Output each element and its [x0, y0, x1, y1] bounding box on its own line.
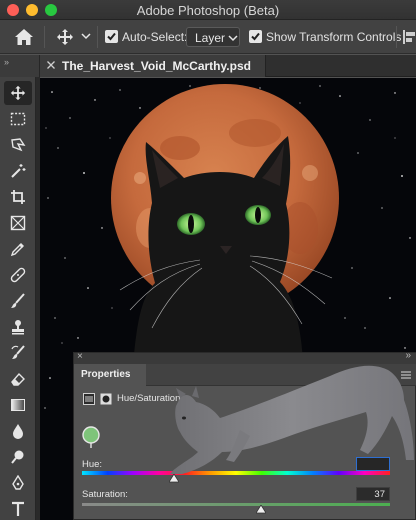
type-icon: [12, 501, 24, 516]
properties-tab-row: Properties: [74, 364, 416, 386]
layer-select-value: Layer: [195, 31, 226, 45]
bandage-icon: [10, 267, 26, 283]
show-transform-label: Show Transform Controls: [266, 30, 402, 44]
properties-panel: × » Properties Hue/Saturation Hue: Satur…: [73, 350, 416, 520]
title-bar: Adobe Photoshop (Beta): [0, 0, 416, 20]
marquee-tool[interactable]: [4, 107, 32, 131]
stamp-icon: [12, 320, 24, 335]
layer-mask-icon[interactable]: [100, 393, 112, 405]
properties-tab-label: Properties: [81, 369, 131, 380]
checkmark-icon: [107, 32, 116, 41]
document-tab[interactable]: The_Harvest_Void_McCarthy.psd: [40, 55, 266, 77]
checkmark-icon: [251, 32, 260, 41]
brush-icon: [11, 293, 25, 308]
eyedropper-icon: [10, 243, 24, 257]
properties-tab[interactable]: Properties: [74, 364, 146, 386]
show-transform-checkbox[interactable]: [249, 30, 262, 43]
collapse-panel-icon[interactable]: »: [405, 350, 411, 361]
history-brush-tool[interactable]: [4, 341, 32, 365]
lasso-tool[interactable]: [4, 133, 32, 157]
separator: [44, 26, 45, 48]
targeted-adjustment-swatch[interactable]: [82, 426, 100, 448]
eraser-icon: [11, 372, 25, 386]
frame-tool[interactable]: [4, 211, 32, 235]
close-icon[interactable]: [46, 60, 56, 70]
layer-select[interactable]: Layer: [186, 27, 240, 47]
eyedropper-tool[interactable]: [4, 237, 32, 261]
magic-wand-tool[interactable]: [4, 159, 32, 183]
brush-tool[interactable]: [4, 289, 32, 313]
chevron-down-icon: [228, 35, 238, 42]
polygonal-lasso-icon: [11, 138, 26, 152]
hue-slider-track[interactable]: [82, 471, 390, 475]
adjustment-title: Hue/Saturation: [117, 393, 181, 404]
hue-slider-thumb[interactable]: [169, 474, 180, 483]
toolbar-header[interactable]: »: [0, 55, 40, 77]
separator: [396, 26, 397, 48]
gradient-tool[interactable]: [4, 393, 32, 417]
align-left-icon[interactable]: [403, 30, 416, 44]
chevron-down-icon[interactable]: [81, 32, 91, 40]
pen-tool[interactable]: [4, 471, 32, 495]
crop-tool[interactable]: [4, 185, 32, 209]
eraser-tool[interactable]: [4, 367, 32, 391]
separator: [97, 26, 98, 48]
collapse-toolbar-icon[interactable]: »: [4, 57, 9, 67]
options-bar: Auto-Select: Layer Show Transform Contro…: [0, 20, 416, 54]
dodge-tool[interactable]: [4, 445, 32, 469]
saturation-value: 37: [374, 489, 385, 500]
panel-menu-icon[interactable]: [401, 371, 411, 379]
tools-panel: [0, 77, 36, 520]
rectangular-marquee-icon: [10, 112, 26, 126]
pen-icon: [12, 475, 24, 490]
move-tool[interactable]: [4, 81, 32, 105]
saturation-value-field[interactable]: 37: [356, 487, 390, 501]
saturation-label: Saturation:: [82, 489, 128, 500]
blur-tool[interactable]: [4, 419, 32, 443]
dodge-icon: [11, 450, 24, 464]
move-icon: [10, 85, 26, 101]
hue-value-field[interactable]: [356, 457, 390, 471]
adjustment-layer-icon[interactable]: [83, 393, 95, 405]
move-tool-preset-icon[interactable]: [56, 28, 74, 46]
clone-stamp-tool[interactable]: [4, 315, 32, 339]
hue-label: Hue:: [82, 459, 103, 470]
type-tool[interactable]: [4, 497, 32, 520]
crop-icon: [11, 190, 25, 204]
healing-brush-tool[interactable]: [4, 263, 32, 287]
document-tab-bar: The_Harvest_Void_McCarthy.psd: [40, 55, 416, 77]
frame-icon: [10, 215, 26, 231]
magic-wand-icon: [11, 164, 26, 178]
history-brush-icon: [11, 345, 25, 359]
saturation-slider-track[interactable]: [82, 503, 390, 506]
document-tab-title: The_Harvest_Void_McCarthy.psd: [62, 59, 251, 73]
auto-select-checkbox[interactable]: [105, 30, 118, 43]
saturation-slider-thumb[interactable]: [255, 505, 266, 514]
home-icon[interactable]: [14, 28, 34, 46]
close-panel-icon[interactable]: ×: [77, 351, 83, 362]
panel-title-strip: × »: [74, 350, 416, 364]
gradient-icon: [11, 399, 25, 411]
auto-select-label: Auto-Select:: [122, 30, 188, 44]
app-title: Adobe Photoshop (Beta): [136, 3, 280, 18]
droplet-icon: [13, 424, 23, 439]
